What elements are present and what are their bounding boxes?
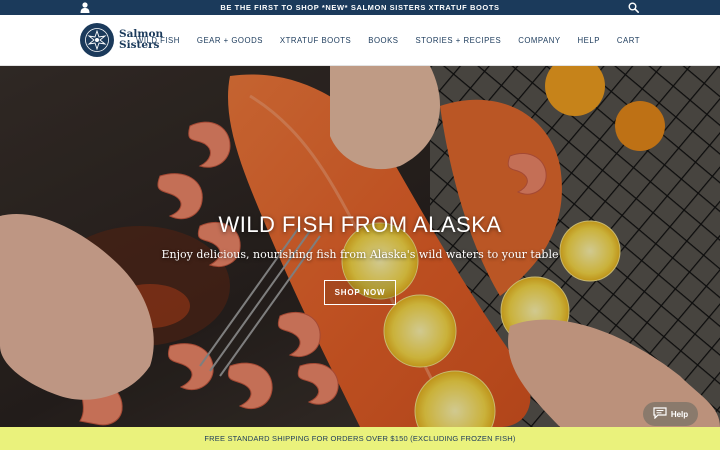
hero-subtitle: Enjoy delicious, nourishing fish from Al…: [161, 248, 559, 261]
account-icon[interactable]: [80, 2, 90, 13]
help-widget-label: Help: [670, 409, 689, 419]
shipping-text: FREE STANDARD SHIPPING FOR ORDERS OVER $…: [204, 434, 516, 443]
help-widget-button[interactable]: Help: [643, 402, 698, 426]
site-header: Salmon Sisters WILD FISH GEAR + GOODS XT…: [0, 15, 720, 66]
logo-emblem-icon: [80, 23, 114, 57]
chat-bubble-icon: [653, 407, 667, 421]
nav-item-books[interactable]: BOOKS: [368, 36, 398, 45]
nav-item-company[interactable]: COMPANY: [518, 36, 560, 45]
shipping-bar: FREE STANDARD SHIPPING FOR ORDERS OVER $…: [0, 427, 720, 450]
nav-item-xtratuf-boots[interactable]: XTRATUF BOOTS: [280, 36, 351, 45]
hero-title: WILD FISH FROM ALASKA: [218, 212, 502, 237]
nav-item-help[interactable]: HELP: [578, 36, 600, 45]
nav-item-cart[interactable]: CART: [617, 36, 640, 45]
nav-item-wild-fish[interactable]: WILD FISH: [136, 36, 180, 45]
announcement-bar: BE THE FIRST TO SHOP *NEW* SALMON SISTER…: [0, 0, 720, 15]
hero-banner: WILD FISH FROM ALASKA Enjoy delicious, n…: [0, 66, 720, 427]
nav-item-stories-recipes[interactable]: STORIES + RECIPES: [415, 36, 501, 45]
search-icon[interactable]: [628, 2, 639, 13]
hero-image: [0, 66, 720, 427]
main-navigation: WILD FISH GEAR + GOODS XTRATUF BOOTS BOO…: [136, 15, 640, 66]
nav-item-gear-goods[interactable]: GEAR + GOODS: [197, 36, 263, 45]
announcement-text[interactable]: BE THE FIRST TO SHOP *NEW* SALMON SISTER…: [220, 3, 499, 12]
shop-now-button[interactable]: SHOP NOW: [324, 280, 396, 305]
